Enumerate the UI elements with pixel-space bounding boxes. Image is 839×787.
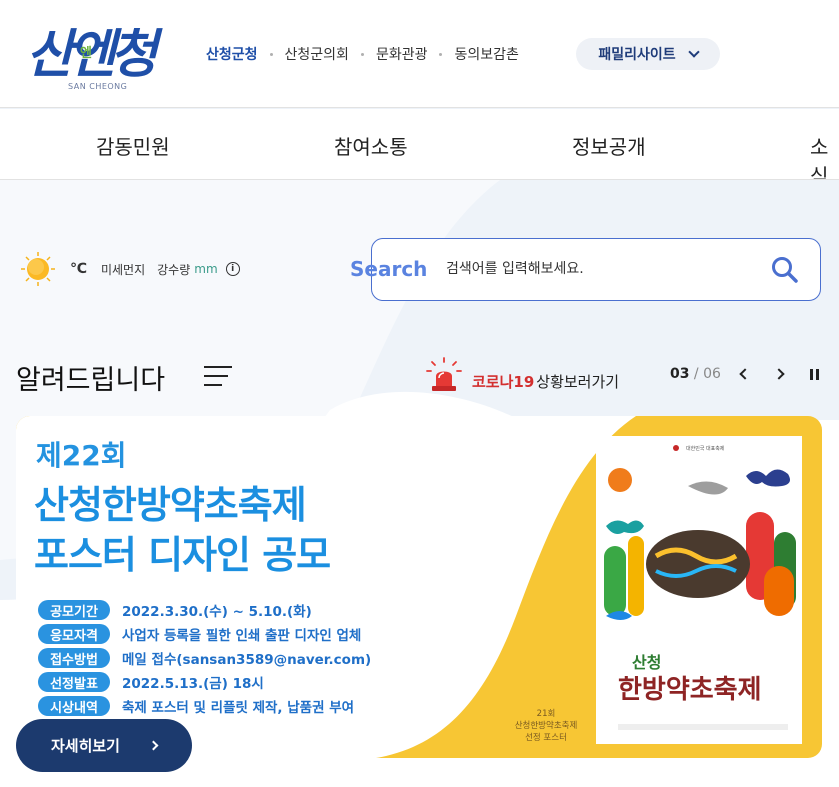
pause-icon [809, 368, 819, 380]
family-site-dropdown[interactable]: 패밀리사이트 [576, 38, 720, 70]
banner-row: 응모자격 사업자 등록을 필한 인쇄 출판 디자인 업체 [38, 622, 371, 646]
covid-status-link[interactable]: 코로나19 상황보러가기 [424, 356, 619, 392]
rainfall-label: 강수량 [157, 262, 191, 277]
page-current: 03 [670, 366, 690, 382]
chevron-right-icon [773, 368, 785, 380]
view-details-label: 자세히보기 [50, 737, 120, 755]
poster-caption: 21회 산청한방약초축제 선정 포스터 [504, 708, 588, 744]
nav-item-participation[interactable]: 참여소통 [334, 131, 408, 160]
next-slide-button[interactable] [770, 364, 788, 384]
banner-row: 시상내역 축제 포스터 및 리플릿 제작, 납품권 부여 [38, 694, 371, 718]
view-details-button[interactable]: 자세히보기 [16, 719, 192, 772]
separator-dot [360, 52, 364, 56]
festival-poster-image: 대한민국 대표축제 산청 한방약초축제 [596, 436, 802, 744]
separator-dot [269, 52, 273, 56]
sun-icon [21, 252, 55, 286]
banner-row-tag: 접수방법 [38, 648, 110, 668]
notice-banner[interactable]: 제22회 산청한방약초축제 포스터 디자인 공모 공모기간 2022.3.30.(… [16, 416, 822, 758]
poster-top-text: 대한민국 대표축제 [686, 445, 725, 452]
banner-row: 접수방법 메일 접수(sansan3589@naver.com) [38, 646, 371, 670]
banner-row-tag: 선정발표 [38, 672, 110, 692]
top-link-culture-tourism[interactable]: 문화관광 [376, 44, 428, 64]
poster-title-small: 산청 [632, 653, 661, 672]
siren-icon [426, 357, 462, 391]
banner-row-value: 2022.3.30.(수) ~ 5.10.(화) [122, 604, 312, 620]
banner-row-tag: 시상내역 [38, 696, 110, 716]
covid-link-text: 상황보러가기 [536, 373, 620, 391]
banner-row-value: 2022.5.13.(금) 18시 [122, 676, 264, 692]
poster-artwork: 대한민국 대표축제 산청 한방약초축제 [596, 436, 802, 744]
fine-dust-label: 미세먼지 [100, 262, 146, 277]
banner-row-value: 사업자 등록을 필한 인쇄 출판 디자인 업체 [122, 628, 362, 644]
page-total: 06 [703, 366, 721, 382]
slide-pager: 03 / 06 [670, 366, 721, 382]
search-box: Search [350, 238, 821, 301]
covid-label: 코로나19 [472, 373, 535, 391]
main-nav: 감동민원 참여소통 정보공개 소식 [0, 109, 839, 180]
banner-row: 공모기간 2022.3.30.(수) ~ 5.10.(화) [38, 598, 371, 622]
banner-row-tag: 공모기간 [38, 600, 110, 620]
nav-item-information[interactable]: 정보공개 [572, 131, 646, 160]
logo-subtitle: SAN CHEONG [68, 82, 128, 91]
separator-dot [439, 52, 443, 56]
banner-title-line1: 산청한방약초축제 [34, 483, 307, 527]
banner-row-value: 메일 접수(sansan3589@naver.com) [122, 652, 372, 668]
menu-list-icon[interactable] [204, 366, 232, 388]
nav-item-civil-service[interactable]: 감동민원 [96, 131, 170, 160]
banner-row: 선정발표 2022.5.13.(금) 18시 [38, 670, 371, 694]
banner-row-value: 축제 포스터 및 리플릿 제작, 납품권 부여 [122, 700, 355, 716]
page-separator: / [689, 366, 704, 382]
site-logo[interactable]: 산엔청 엔 SAN CHEONG [26, 12, 158, 96]
banner-edition: 제22회 [36, 439, 127, 472]
poster-title-large: 한방약초축제 [618, 675, 762, 705]
top-link-donguibogam[interactable]: 동의보감촌 [454, 44, 518, 64]
weather-widget: ℃ 미세먼지 강수량 mm i [20, 250, 240, 288]
search-label: Search [350, 257, 428, 281]
nav-item-news[interactable]: 소식 [810, 131, 839, 179]
rainfall-unit: mm [194, 262, 218, 276]
chevron-left-icon [739, 368, 751, 380]
top-link-council[interactable]: 산청군의회 [285, 44, 349, 64]
poster-caption-line: 21회 [536, 709, 556, 719]
search-icon[interactable] [770, 255, 800, 285]
poster-caption-line: 선정 포스터 [525, 733, 567, 743]
top-links: 산청군청 산청군의회 문화관광 동의보감촌 [206, 44, 519, 64]
banner-info-rows: 공모기간 2022.3.30.(수) ~ 5.10.(화) 응모자격 사업자 등록을… [38, 598, 371, 718]
temperature-unit: ℃ [70, 261, 87, 277]
prev-slide-button[interactable] [736, 364, 754, 384]
banner-title-line2: 포스터 디자인 공모 [34, 533, 331, 577]
site-header: 산엔청 엔 SAN CHEONG 산청군청 산청군의회 문화관광 동의보감촌 패… [0, 0, 839, 108]
family-site-label: 패밀리사이트 [598, 47, 676, 63]
poster-caption-line: 산청한방약초축제 [514, 721, 578, 731]
banner-row-tag: 응모자격 [38, 624, 110, 644]
top-link-county-office[interactable]: 산청군청 [206, 44, 258, 64]
notice-title: 알려드립니다 [16, 365, 166, 396]
logo-mid-text: 엔 [80, 46, 92, 61]
chevron-down-icon [687, 46, 700, 58]
search-input[interactable] [446, 257, 746, 281]
info-icon[interactable]: i [225, 262, 240, 276]
chevron-right-icon [148, 740, 159, 751]
pause-slide-button[interactable] [805, 364, 823, 384]
